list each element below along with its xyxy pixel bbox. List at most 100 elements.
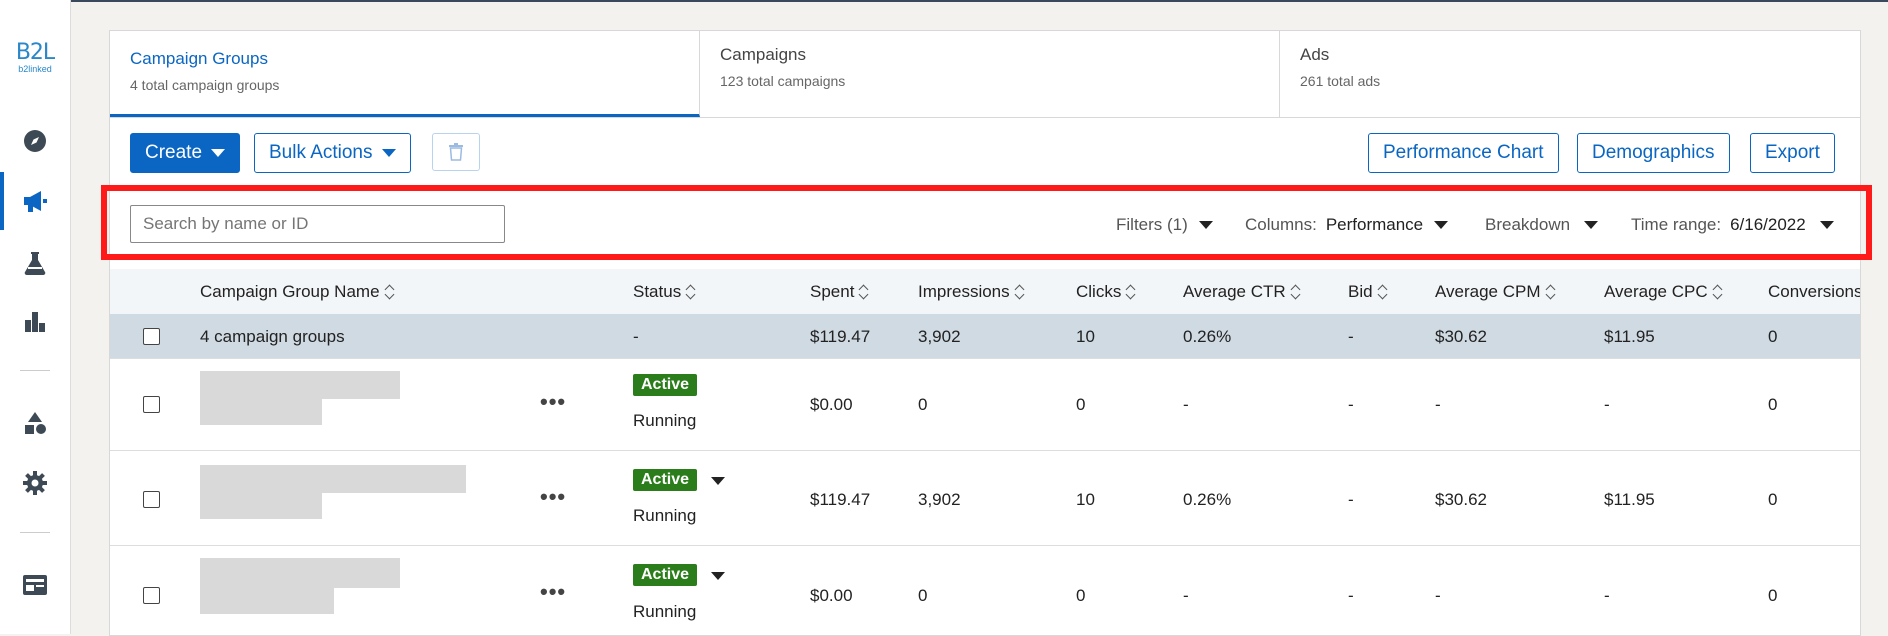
sort-icon (686, 284, 696, 300)
delete-button[interactable] (432, 133, 480, 171)
status-badge: Active (633, 564, 698, 586)
cell-spent: $119.47 (810, 490, 871, 509)
trash-icon (449, 143, 463, 161)
app-logo[interactable]: B2L b2linked (10, 42, 60, 75)
time-range-value: 6/16/2022 (1730, 215, 1806, 234)
summary-impressions: 3,902 (918, 327, 961, 346)
breakdown-dropdown[interactable]: Breakdown (1485, 215, 1599, 235)
time-range-dropdown[interactable]: Time range: 6/16/2022 (1631, 215, 1834, 235)
sort-icon (1546, 284, 1556, 300)
header-average-cpc[interactable]: Average CPC (1604, 282, 1723, 302)
chevron-down-icon (1198, 221, 1213, 229)
sidebar-divider (20, 532, 50, 533)
create-button[interactable]: Create (130, 133, 241, 173)
header-label: Impressions (918, 282, 1010, 301)
status-chevron-down-icon[interactable] (711, 477, 725, 485)
filters-label: Filters (1) (1116, 215, 1188, 234)
cell-clicks: 10 (1076, 490, 1095, 509)
summary-name: 4 campaign groups (200, 327, 345, 346)
logo-text: b2linked (18, 64, 52, 74)
header-spent[interactable]: Spent (810, 282, 869, 302)
status-text: Running (633, 506, 697, 525)
cell-impressions: 0 (918, 395, 928, 414)
cell-impressions: 0 (918, 586, 928, 605)
bar-chart-icon[interactable] (20, 306, 50, 336)
row-menu-icon[interactable]: ••• (540, 579, 566, 605)
cell-bid: - (1348, 586, 1354, 605)
demographics-label: Demographics (1592, 142, 1715, 163)
tab-campaign-groups[interactable]: Campaign Groups 4 total campaign groups (110, 31, 700, 117)
shapes-icon[interactable] (20, 408, 50, 438)
row-checkbox[interactable] (143, 587, 160, 604)
table-row: ••• Active Running $0.00 0 0 - - - - 0 (110, 546, 1860, 635)
tab-subtitle: 123 total campaigns (720, 73, 846, 89)
summary-spent: $119.47 (810, 327, 871, 346)
header-bid[interactable]: Bid (1348, 282, 1388, 302)
performance-chart-button[interactable]: Performance Chart (1368, 133, 1559, 173)
sidebar: B2L b2linked (0, 0, 71, 634)
compass-icon[interactable] (20, 126, 50, 156)
row-checkbox[interactable] (143, 491, 160, 508)
redacted-id (200, 399, 322, 425)
row-menu-icon[interactable]: ••• (540, 389, 566, 415)
header-campaign-group-name[interactable]: Campaign Group Name (200, 282, 395, 302)
header-conversions[interactable]: Conversions (1768, 282, 1860, 302)
megaphone-icon[interactable] (20, 186, 50, 216)
filters-dropdown[interactable]: Filters (1) (1116, 215, 1213, 235)
chevron-down-icon (211, 149, 226, 157)
header-label: Clicks (1076, 282, 1122, 301)
cell-conversions: 0 (1768, 586, 1778, 605)
summary-cpm: $30.62 (1435, 327, 1487, 346)
cell-conversions: 0 (1768, 490, 1778, 509)
flask-icon[interactable] (20, 248, 50, 278)
cell-spent: $0.00 (810, 586, 853, 605)
summary-status: - (633, 327, 639, 346)
summary-ctr: 0.26% (1183, 327, 1232, 346)
breakdown-label: Breakdown (1485, 215, 1571, 234)
search-input[interactable] (130, 205, 505, 243)
nav-active-indicator (0, 172, 4, 230)
tab-ads[interactable]: Ads 261 total ads (1280, 31, 1860, 117)
columns-dropdown[interactable]: Columns: Performance (1245, 215, 1449, 235)
sort-icon (1291, 284, 1301, 300)
status-chevron-down-icon[interactable] (711, 572, 725, 580)
create-label: Create (145, 142, 203, 163)
sort-icon (385, 284, 395, 300)
redacted-name (200, 558, 400, 588)
sidebar-divider (20, 370, 50, 371)
cell-impressions: 3,902 (918, 490, 961, 509)
columns-label: Columns: (1245, 215, 1317, 234)
header-status[interactable]: Status (633, 282, 696, 302)
time-range-label: Time range: (1631, 215, 1722, 234)
demographics-button[interactable]: Demographics (1577, 133, 1730, 173)
gear-icon[interactable] (20, 468, 50, 498)
header-average-cpm[interactable]: Average CPM (1435, 282, 1556, 302)
header-clicks[interactable]: Clicks (1076, 282, 1136, 302)
chevron-down-icon (381, 149, 396, 157)
summary-cpc: $11.95 (1604, 327, 1655, 346)
cell-conversions: 0 (1768, 395, 1778, 414)
performance-chart-label: Performance Chart (1383, 142, 1544, 163)
columns-value: Performance (1325, 215, 1424, 234)
row-menu-icon[interactable]: ••• (540, 484, 566, 510)
table-row: ••• Active Running $119.47 3,902 10 0.26… (110, 451, 1860, 546)
cell-cpc: - (1604, 586, 1610, 605)
sort-icon (1713, 284, 1723, 300)
redacted-id (200, 588, 334, 614)
summary-row: 4 campaign groups - $119.47 3,902 10 0.2… (110, 314, 1860, 359)
cell-clicks: 0 (1076, 586, 1086, 605)
cell-cpc: $11.95 (1604, 490, 1655, 509)
header-average-ctr[interactable]: Average CTR (1183, 282, 1301, 302)
header-impressions[interactable]: Impressions (918, 282, 1025, 302)
header-label: Status (633, 282, 682, 301)
redacted-name (200, 371, 400, 399)
row-checkbox[interactable] (143, 396, 160, 413)
status-text: Running (633, 602, 697, 621)
id-card-icon[interactable] (20, 570, 50, 600)
chevron-down-icon (1584, 221, 1599, 229)
tab-campaigns[interactable]: Campaigns 123 total campaigns (700, 31, 1280, 117)
export-button[interactable]: Export (1750, 133, 1835, 173)
tab-subtitle: 261 total ads (1300, 73, 1381, 89)
select-all-checkbox[interactable] (143, 328, 160, 345)
bulk-actions-button[interactable]: Bulk Actions (254, 133, 411, 173)
